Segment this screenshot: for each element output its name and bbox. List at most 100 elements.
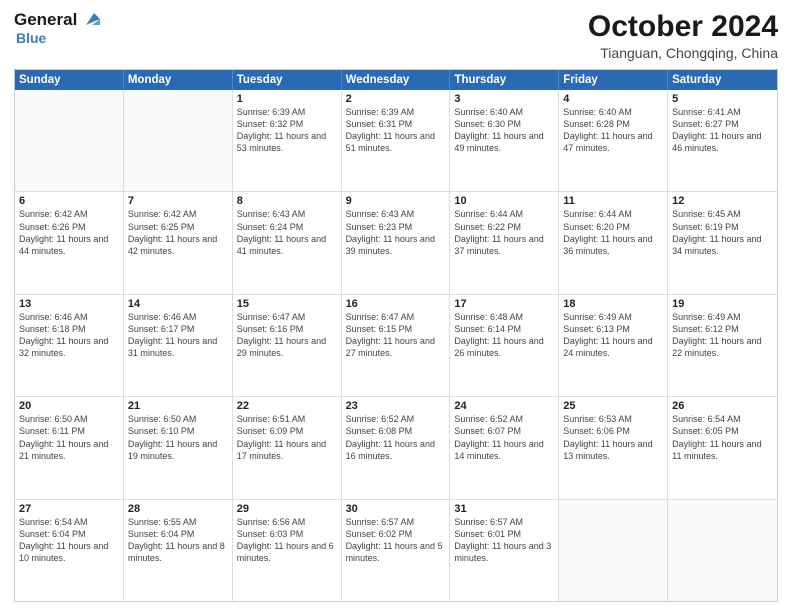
sunrise: Sunrise: 6:48 AM	[454, 312, 523, 322]
daylight: Daylight: 11 hours and 44 minutes.	[19, 234, 108, 256]
calendar-row-2: 13Sunrise: 6:46 AMSunset: 6:18 PMDayligh…	[15, 294, 777, 396]
sunrise: Sunrise: 6:45 AM	[672, 209, 741, 219]
day-number: 15	[237, 298, 337, 310]
sunrise: Sunrise: 6:41 AM	[672, 107, 741, 117]
day-info: Sunrise: 6:49 AMSunset: 6:12 PMDaylight:…	[672, 311, 773, 360]
calendar-cell: 30Sunrise: 6:57 AMSunset: 6:02 PMDayligh…	[342, 500, 451, 601]
day-number: 7	[128, 195, 228, 207]
day-number: 28	[128, 503, 228, 515]
day-info: Sunrise: 6:39 AMSunset: 6:31 PMDaylight:…	[346, 106, 446, 155]
calendar-cell: 22Sunrise: 6:51 AMSunset: 6:09 PMDayligh…	[233, 397, 342, 498]
day-info: Sunrise: 6:42 AMSunset: 6:25 PMDaylight:…	[128, 208, 228, 257]
day-number: 6	[19, 195, 119, 207]
daylight: Daylight: 11 hours and 29 minutes.	[237, 336, 326, 358]
day-number: 17	[454, 298, 554, 310]
daylight: Daylight: 11 hours and 11 minutes.	[672, 439, 761, 461]
day-number: 9	[346, 195, 446, 207]
sunrise: Sunrise: 6:57 AM	[454, 517, 523, 527]
sunrise: Sunrise: 6:39 AM	[346, 107, 415, 117]
day-number: 31	[454, 503, 554, 515]
sunset: Sunset: 6:09 PM	[237, 426, 304, 436]
sunset: Sunset: 6:10 PM	[128, 426, 195, 436]
day-number: 16	[346, 298, 446, 310]
daylight: Daylight: 11 hours and 13 minutes.	[563, 439, 652, 461]
day-info: Sunrise: 6:57 AMSunset: 6:02 PMDaylight:…	[346, 516, 446, 565]
day-number: 21	[128, 400, 228, 412]
day-info: Sunrise: 6:44 AMSunset: 6:20 PMDaylight:…	[563, 208, 663, 257]
day-number: 18	[563, 298, 663, 310]
sunrise: Sunrise: 6:44 AM	[563, 209, 632, 219]
sunrise: Sunrise: 6:50 AM	[128, 414, 197, 424]
daylight: Daylight: 11 hours and 51 minutes.	[346, 131, 435, 153]
sunset: Sunset: 6:01 PM	[454, 529, 521, 539]
day-info: Sunrise: 6:54 AMSunset: 6:05 PMDaylight:…	[672, 413, 773, 462]
sunrise: Sunrise: 6:40 AM	[454, 107, 523, 117]
daylight: Daylight: 11 hours and 26 minutes.	[454, 336, 543, 358]
sunset: Sunset: 6:14 PM	[454, 324, 521, 334]
calendar-cell	[15, 90, 124, 191]
sunset: Sunset: 6:30 PM	[454, 119, 521, 129]
day-number: 20	[19, 400, 119, 412]
sunrise: Sunrise: 6:57 AM	[346, 517, 415, 527]
daylight: Daylight: 11 hours and 16 minutes.	[346, 439, 435, 461]
calendar-cell: 28Sunrise: 6:55 AMSunset: 6:04 PMDayligh…	[124, 500, 233, 601]
day-info: Sunrise: 6:52 AMSunset: 6:08 PMDaylight:…	[346, 413, 446, 462]
weekday-header-thursday: Thursday	[450, 70, 559, 90]
day-info: Sunrise: 6:57 AM Sunset: 6:01 PM Daylight:…	[454, 516, 554, 565]
sunset: Sunset: 6:04 PM	[19, 529, 86, 539]
sunset: Sunset: 6:04 PM	[128, 529, 195, 539]
day-info: Sunrise: 6:47 AMSunset: 6:16 PMDaylight:…	[237, 311, 337, 360]
calendar-cell: 31 Sunrise: 6:57 AM Sunset: 6:01 PM Dayligh…	[450, 500, 559, 601]
day-info: Sunrise: 6:40 AM Sunset: 6:30 PM Daylight:…	[454, 106, 554, 155]
daylight: Daylight: 11 hours and 21 minutes.	[19, 439, 108, 461]
calendar-cell: 26Sunrise: 6:54 AMSunset: 6:05 PMDayligh…	[668, 397, 777, 498]
day-info: Sunrise: 6:50 AMSunset: 6:11 PMDaylight:…	[19, 413, 119, 462]
calendar-cell: 6Sunrise: 6:42 AMSunset: 6:26 PMDaylight…	[15, 192, 124, 293]
day-number: 4	[563, 93, 663, 105]
calendar: SundayMondayTuesdayWednesdayThursdayFrid…	[14, 69, 778, 602]
calendar-cell: 7Sunrise: 6:42 AMSunset: 6:25 PMDaylight…	[124, 192, 233, 293]
sunset: Sunset: 6:05 PM	[672, 426, 739, 436]
sunset: Sunset: 6:23 PM	[346, 222, 413, 232]
sunset: Sunset: 6:12 PM	[672, 324, 739, 334]
sunrise: Sunrise: 6:53 AM	[563, 414, 632, 424]
daylight: Daylight: 11 hours and 53 minutes.	[237, 131, 326, 153]
sunset: Sunset: 6:17 PM	[128, 324, 195, 334]
calendar-cell: 8Sunrise: 6:43 AMSunset: 6:24 PMDaylight…	[233, 192, 342, 293]
day-info: Sunrise: 6:56 AMSunset: 6:03 PMDaylight:…	[237, 516, 337, 565]
day-info: Sunrise: 6:50 AMSunset: 6:10 PMDaylight:…	[128, 413, 228, 462]
calendar-cell: 29Sunrise: 6:56 AMSunset: 6:03 PMDayligh…	[233, 500, 342, 601]
sunset: Sunset: 6:13 PM	[563, 324, 630, 334]
daylight: Daylight: 11 hours and 32 minutes.	[19, 336, 108, 358]
calendar-cell: 25Sunrise: 6:53 AMSunset: 6:06 PMDayligh…	[559, 397, 668, 498]
sunset: Sunset: 6:25 PM	[128, 222, 195, 232]
daylight: Daylight: 11 hours and 49 minutes.	[454, 131, 543, 153]
day-number: 19	[672, 298, 773, 310]
calendar-cell: 2Sunrise: 6:39 AMSunset: 6:31 PMDaylight…	[342, 90, 451, 191]
calendar-cell: 27Sunrise: 6:54 AMSunset: 6:04 PMDayligh…	[15, 500, 124, 601]
day-number: 30	[346, 503, 446, 515]
day-info: Sunrise: 6:42 AMSunset: 6:26 PMDaylight:…	[19, 208, 119, 257]
sunrise: Sunrise: 6:47 AM	[346, 312, 415, 322]
calendar-row-0: 1Sunrise: 6:39 AMSunset: 6:32 PMDaylight…	[15, 90, 777, 191]
day-info: Sunrise: 6:47 AMSunset: 6:15 PMDaylight:…	[346, 311, 446, 360]
day-info: Sunrise: 6:41 AMSunset: 6:27 PMDaylight:…	[672, 106, 773, 155]
sunrise: Sunrise: 6:43 AM	[237, 209, 306, 219]
sunset: Sunset: 6:28 PM	[563, 119, 630, 129]
sunset: Sunset: 6:19 PM	[672, 222, 739, 232]
daylight: Daylight: 11 hours and 22 minutes.	[672, 336, 761, 358]
sunset: Sunset: 6:22 PM	[454, 222, 521, 232]
daylight: Daylight: 11 hours and 3 minutes.	[454, 541, 551, 563]
day-number: 2	[346, 93, 446, 105]
calendar-row-4: 27Sunrise: 6:54 AMSunset: 6:04 PMDayligh…	[15, 499, 777, 601]
sunrise: Sunrise: 6:42 AM	[128, 209, 197, 219]
day-number: 25	[563, 400, 663, 412]
day-number: 29	[237, 503, 337, 515]
sunrise: Sunrise: 6:55 AM	[128, 517, 197, 527]
weekday-header-saturday: Saturday	[668, 70, 777, 90]
day-info: Sunrise: 6:52 AMSunset: 6:07 PMDaylight:…	[454, 413, 554, 462]
calendar-cell: 21Sunrise: 6:50 AMSunset: 6:10 PMDayligh…	[124, 397, 233, 498]
day-number: 8	[237, 195, 337, 207]
weekday-header-sunday: Sunday	[15, 70, 124, 90]
daylight: Daylight: 11 hours and 24 minutes.	[563, 336, 652, 358]
